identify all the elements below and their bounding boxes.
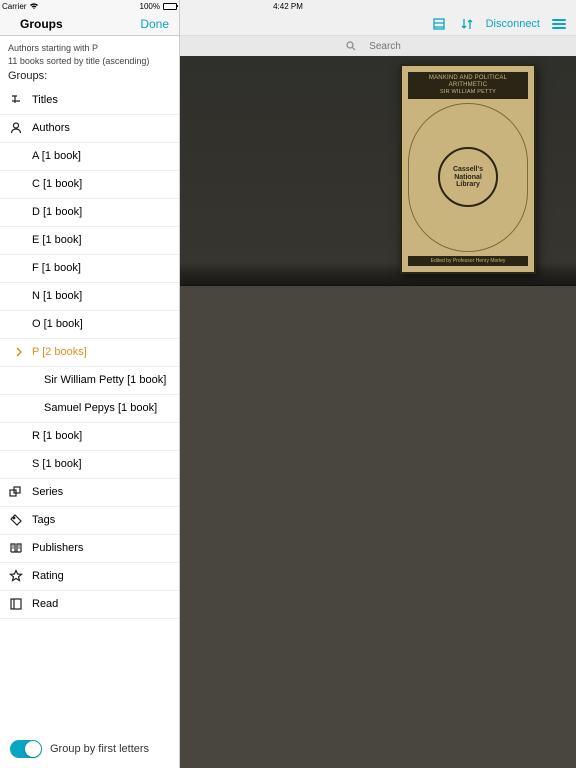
- author-letter[interactable]: E [1 book]: [0, 227, 179, 255]
- sort-icon[interactable]: [458, 15, 476, 33]
- author-letter[interactable]: D [1 book]: [0, 199, 179, 227]
- letter-label: F [1 book]: [32, 262, 81, 274]
- search-bar[interactable]: [180, 36, 576, 56]
- book-author: Sir William Petty: [408, 89, 528, 96]
- wifi-icon: [29, 2, 39, 10]
- book-title-band: Mankind and Political Arithmetic Sir Wil…: [408, 72, 528, 99]
- search-icon: [346, 41, 356, 51]
- series-line: Cassell's: [453, 166, 483, 174]
- group-publishers[interactable]: Publishers: [0, 535, 179, 563]
- author-letter[interactable]: C [1 book]: [0, 171, 179, 199]
- sidebar: Carrier 100% Groups Done Authors startin…: [0, 0, 180, 768]
- battery-icon: [163, 3, 177, 10]
- group-titles[interactable]: Titles: [0, 87, 179, 115]
- book-ornament: Cassell's National Library: [408, 103, 528, 252]
- list-view-icon[interactable]: [430, 15, 448, 33]
- group-authors[interactable]: Authors: [0, 115, 179, 143]
- sidebar-footer: Group by first letters: [0, 730, 179, 768]
- group-label: Read: [32, 598, 58, 610]
- group-label: Tags: [32, 514, 55, 526]
- author-letter[interactable]: R [1 book]: [0, 423, 179, 451]
- series-line: Library: [456, 181, 480, 189]
- filter-line: Authors starting with P: [8, 42, 171, 55]
- bookshelf: Mankind and Political Arithmetic Sir Wil…: [180, 56, 576, 768]
- count-line: 11 books sorted by title (ascending): [8, 55, 171, 68]
- group-series[interactable]: Series: [0, 479, 179, 507]
- rating-icon: [8, 568, 24, 584]
- group-label: Titles: [32, 94, 58, 106]
- group-label: Rating: [32, 570, 64, 582]
- sidebar-info: Authors starting with P 11 books sorted …: [0, 36, 179, 87]
- letter-label: P [2 books]: [32, 346, 87, 358]
- letter-label: E [1 book]: [32, 234, 82, 246]
- search-input[interactable]: [360, 41, 410, 52]
- shelf-background: [180, 286, 576, 768]
- publishers-icon: [8, 540, 24, 556]
- sidebar-header: Groups Done: [0, 12, 179, 36]
- carrier-label: Carrier: [2, 2, 26, 11]
- letter-label: S [1 book]: [32, 458, 82, 470]
- main-area: 4:42 PM Disconnect Mankind and Political…: [180, 0, 576, 768]
- read-icon: [8, 596, 24, 612]
- author-item[interactable]: Sir William Petty [1 book]: [0, 367, 179, 395]
- author-letter[interactable]: A [1 book]: [0, 143, 179, 171]
- tags-icon: [8, 512, 24, 528]
- author-letter[interactable]: F [1 book]: [0, 255, 179, 283]
- series-icon: [8, 484, 24, 500]
- author-letter[interactable]: O [1 book]: [0, 311, 179, 339]
- sidebar-title: Groups: [20, 17, 63, 31]
- group-rating[interactable]: Rating: [0, 563, 179, 591]
- group-label: Authors: [32, 122, 70, 134]
- letter-label: O [1 book]: [32, 318, 83, 330]
- author-label: Samuel Pepys [1 book]: [44, 402, 157, 414]
- battery-percent: 100%: [140, 2, 160, 11]
- author-label: Sir William Petty [1 book]: [44, 374, 166, 386]
- sidebar-list: Titles Authors A [1 book] C [1 book] D […: [0, 87, 179, 619]
- letter-label: R [1 book]: [32, 430, 82, 442]
- series-line: National: [454, 174, 482, 182]
- author-letter[interactable]: N [1 book]: [0, 283, 179, 311]
- disconnect-button[interactable]: Disconnect: [486, 18, 540, 30]
- group-label: Publishers: [32, 542, 83, 554]
- status-time: 4:42 PM: [273, 2, 303, 11]
- done-button[interactable]: Done: [140, 17, 169, 31]
- letter-label: N [1 book]: [32, 290, 82, 302]
- letter-label: A [1 book]: [32, 150, 81, 162]
- book-editor: Edited by Professor Henry Morley: [408, 256, 528, 266]
- status-bar: Carrier 100%: [0, 0, 179, 12]
- authors-icon: [8, 120, 24, 136]
- status-bar-right: 4:42 PM: [180, 0, 576, 12]
- book-title-line2: Arithmetic: [408, 82, 528, 89]
- toggle-label: Group by first letters: [50, 743, 149, 755]
- chevron-right-icon: [14, 347, 24, 357]
- group-by-letters-toggle[interactable]: [10, 740, 42, 758]
- book-title-line1: Mankind and Political: [408, 75, 528, 82]
- toolbar: Disconnect: [180, 12, 576, 36]
- author-item[interactable]: Samuel Pepys [1 book]: [0, 395, 179, 423]
- book-cover[interactable]: Mankind and Political Arithmetic Sir Wil…: [400, 64, 536, 274]
- author-letter-active[interactable]: P [2 books]: [0, 339, 179, 367]
- groups-label: Groups:: [8, 69, 171, 84]
- author-letter[interactable]: S [1 book]: [0, 451, 179, 479]
- letter-label: D [1 book]: [32, 206, 82, 218]
- group-tags[interactable]: Tags: [0, 507, 179, 535]
- titles-icon: [8, 92, 24, 108]
- group-label: Series: [32, 486, 63, 498]
- menu-icon[interactable]: [550, 15, 568, 33]
- letter-label: C [1 book]: [32, 178, 82, 190]
- group-read[interactable]: Read: [0, 591, 179, 619]
